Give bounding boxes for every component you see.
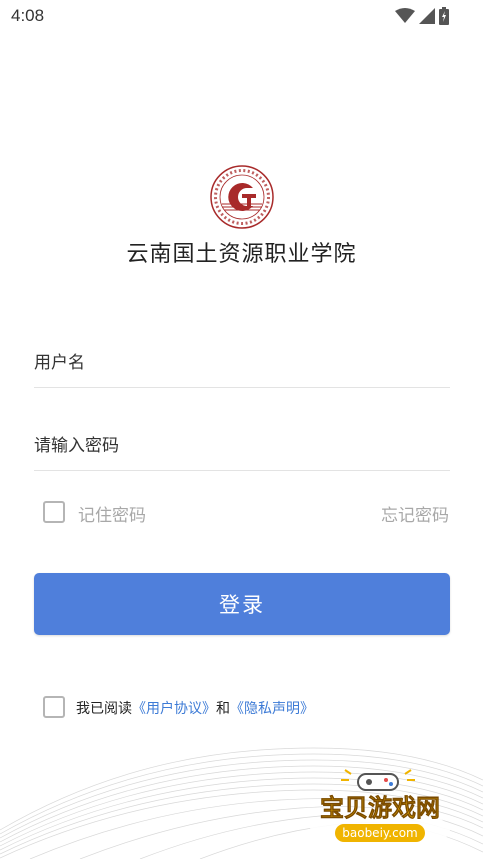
battery-icon [439, 7, 449, 25]
remember-password-checkbox[interactable] [43, 501, 65, 523]
wifi-icon [395, 8, 415, 23]
agreement-checkbox[interactable] [43, 696, 65, 718]
agreement-text: 我已阅读 《用户协议》 和 《隐私声明》 [76, 698, 314, 718]
watermark-title: 宝贝游戏网 [320, 794, 440, 822]
status-icons [395, 7, 449, 25]
privacy-statement-link[interactable]: 《隐私声明》 [230, 698, 314, 718]
school-name: 云南国土资源职业学院 [126, 242, 357, 267]
agreement-and: 和 [216, 701, 230, 717]
status-bar: 4:08 [0, 0, 483, 34]
gamepad-icon [341, 769, 415, 791]
watermark-logo: 宝贝游戏网 baobeiy.com [310, 769, 450, 852]
signal-icon [419, 8, 435, 24]
agreement-prefix: 我已阅读 [76, 701, 132, 717]
password-field[interactable] [34, 421, 450, 471]
user-agreement-link[interactable]: 《用户协议》 [132, 698, 216, 718]
forgot-password-link[interactable]: 忘记密码 [381, 501, 449, 526]
watermark-url: baobeiy.com [342, 826, 417, 840]
username-field[interactable] [34, 338, 450, 388]
status-time: 4:08 [11, 6, 45, 25]
school-emblem-logo [210, 165, 274, 229]
remember-password-label: 记住密码 [78, 506, 146, 526]
username-input[interactable] [34, 338, 450, 387]
password-input[interactable] [34, 421, 450, 470]
login-button[interactable]: 登录 [34, 573, 450, 635]
